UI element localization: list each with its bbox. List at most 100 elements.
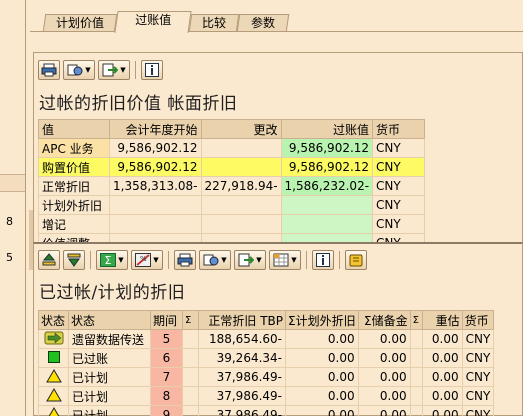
layout-button[interactable]: ▼: [199, 250, 231, 270]
chevron-down-icon: ▼: [221, 255, 227, 264]
reserve-cell: 0.00: [357, 405, 411, 416]
sort-asc-icon: [42, 253, 56, 266]
column-header[interactable]: 正常折旧 TBP: [198, 310, 286, 330]
grid-button[interactable]: ▼: [269, 250, 301, 270]
export-icon: [238, 253, 255, 267]
reserve-cell: 0.00: [357, 348, 411, 368]
posted-values-table: 值 会计年度开始 更改 过账值 货币 APC 业务 9,586,902.12 9…: [38, 119, 426, 253]
toolbar-separator: [168, 251, 169, 269]
status-icon-cell: [38, 367, 69, 387]
export-button[interactable]: ▼: [98, 60, 130, 80]
fy-start-cell: 1,358,313.08-: [109, 176, 202, 196]
column-header[interactable]: Σ计划外折旧: [285, 310, 359, 330]
column-header[interactable]: 货币: [372, 119, 426, 139]
value-label: 正常折旧: [38, 176, 110, 196]
revaluation-cell: 0.00: [421, 367, 463, 387]
status-text: 已计划: [68, 386, 151, 406]
column-header[interactable]: 更改: [200, 119, 282, 139]
layout-icon: [203, 254, 219, 266]
print-button[interactable]: [38, 60, 60, 80]
table-row[interactable]: 增记 CNY: [38, 214, 426, 234]
value-label: APC 业务: [38, 138, 110, 158]
left-pane-row[interactable]: [0, 174, 25, 192]
table-row[interactable]: 已计划 9 37,986.49- 0.00 0.00 0.00 CNY: [38, 405, 495, 416]
tab-parameters[interactable]: 参数: [236, 14, 290, 32]
sort-ascending-button[interactable]: [38, 250, 60, 270]
table-row[interactable]: 已过账 6 39,264.34- 0.00 0.00 0.00 CNY: [38, 348, 495, 368]
green-square-icon: [47, 350, 60, 363]
fy-start-cell: 9,586,902.12: [109, 138, 202, 158]
column-header[interactable]: 状态: [68, 310, 151, 330]
warning-triangle-icon: [45, 387, 62, 401]
tab-divider: [30, 31, 523, 32]
sum-flag-cell: [409, 386, 423, 406]
table-row[interactable]: 已计划 8 37,986.49- 0.00 0.00 0.00 CNY: [38, 386, 495, 406]
sum-icon: Σ: [100, 253, 117, 267]
info-button[interactable]: [141, 60, 163, 80]
normal-depreciation-cell: 39,264.34-: [198, 348, 286, 368]
period-cell: 8: [150, 386, 183, 406]
sum-button[interactable]: Σ ▼: [96, 250, 128, 270]
scroll-button[interactable]: [345, 250, 367, 270]
toolbar-separator: [306, 251, 307, 269]
export-button[interactable]: ▼: [234, 250, 266, 270]
currency-cell: CNY: [372, 176, 426, 196]
chevron-down-icon: ▼: [120, 65, 126, 74]
table-row[interactable]: 已计划 7 37,986.49- 0.00 0.00 0.00 CNY: [38, 367, 495, 387]
sum-flag-cell: [182, 405, 199, 416]
column-header[interactable]: Σ储备金: [357, 310, 411, 330]
tab-comparison[interactable]: 比较: [188, 14, 240, 32]
layout-button[interactable]: ▼: [63, 60, 95, 80]
normal-depreciation-cell: 188,654.60-: [198, 329, 286, 349]
column-header[interactable]: Σ: [409, 310, 423, 330]
table-row[interactable]: 计划外折旧 CNY: [38, 195, 426, 215]
table-row[interactable]: APC 业务 9,586,902.12 9,586,902.12 CNY: [38, 138, 426, 158]
tab-planned-values[interactable]: 计划价值: [42, 14, 118, 32]
status-icon-cell: [38, 405, 69, 416]
change-cell: [200, 214, 282, 234]
period-cell: 6: [150, 348, 183, 368]
column-header[interactable]: 过账值: [280, 119, 374, 139]
sum-flag-cell: [409, 405, 423, 416]
posted-cell: [280, 195, 374, 215]
table-row[interactable]: 正常折旧 1,358,313.08- 227,918.94- 1,586,232…: [38, 176, 426, 196]
scroll-icon: [349, 254, 363, 267]
status-icon-cell: [38, 386, 69, 406]
planned-depreciation-panel: Σ ▼ % ▼ ▼ ▼ ▼ 已过帐/计划的折旧 状态 状态 期间 Σ 正常折旧 …: [33, 242, 523, 416]
currency-cell: CNY: [372, 138, 426, 158]
table-row[interactable]: 遗留数据传送 5 188,654.60- 0.00 0.00 0.00 CNY: [38, 329, 495, 349]
sort-descending-button[interactable]: [63, 250, 85, 270]
tab-posted-values[interactable]: 过账值: [114, 11, 192, 33]
status-icon-cell: [38, 348, 69, 368]
column-header[interactable]: 值: [38, 119, 110, 139]
posted-depreciation-panel: ▼ ▼ 过帐的折旧价值 帐面折旧 值 会计年度开始 更改 过账值 货币 APC …: [33, 52, 523, 253]
warning-triangle-icon: [45, 368, 62, 382]
unplanned-depreciation-cell: 0.00: [285, 386, 359, 406]
reserve-cell: 0.00: [357, 386, 411, 406]
info-icon: [145, 63, 159, 77]
column-header[interactable]: Σ: [182, 310, 199, 330]
info-button[interactable]: [312, 250, 334, 270]
chevron-down-icon: ▼: [291, 255, 297, 264]
filter-icon: [67, 253, 81, 267]
change-cell: [200, 138, 282, 158]
column-header[interactable]: 货币: [461, 310, 495, 330]
unplanned-depreciation-cell: 0.00: [285, 405, 359, 416]
table-row-selected[interactable]: 购置价值 9,586,902.12 9,586,902.12 CNY: [38, 157, 426, 177]
normal-depreciation-cell: 37,986.49-: [198, 367, 286, 387]
column-header[interactable]: 重估: [421, 310, 463, 330]
column-header[interactable]: 期间: [150, 310, 183, 330]
subtotal-button[interactable]: % ▼: [131, 250, 163, 270]
posted-cell: 9,586,902.12: [280, 157, 374, 177]
unplanned-depreciation-cell: 0.00: [285, 348, 359, 368]
print-button[interactable]: [174, 250, 196, 270]
value-label: 购置价值: [38, 157, 110, 177]
column-header[interactable]: 状态: [38, 310, 69, 330]
sum-flag-cell: [409, 329, 423, 349]
period-cell: 7: [150, 367, 183, 387]
posted-cell: 9,586,902.12: [280, 138, 374, 158]
left-pane-number: 8: [6, 215, 13, 228]
splitter-handle[interactable]: [29, 210, 33, 270]
column-header[interactable]: 会计年度开始: [109, 119, 202, 139]
status-text: 遗留数据传送: [68, 329, 151, 349]
